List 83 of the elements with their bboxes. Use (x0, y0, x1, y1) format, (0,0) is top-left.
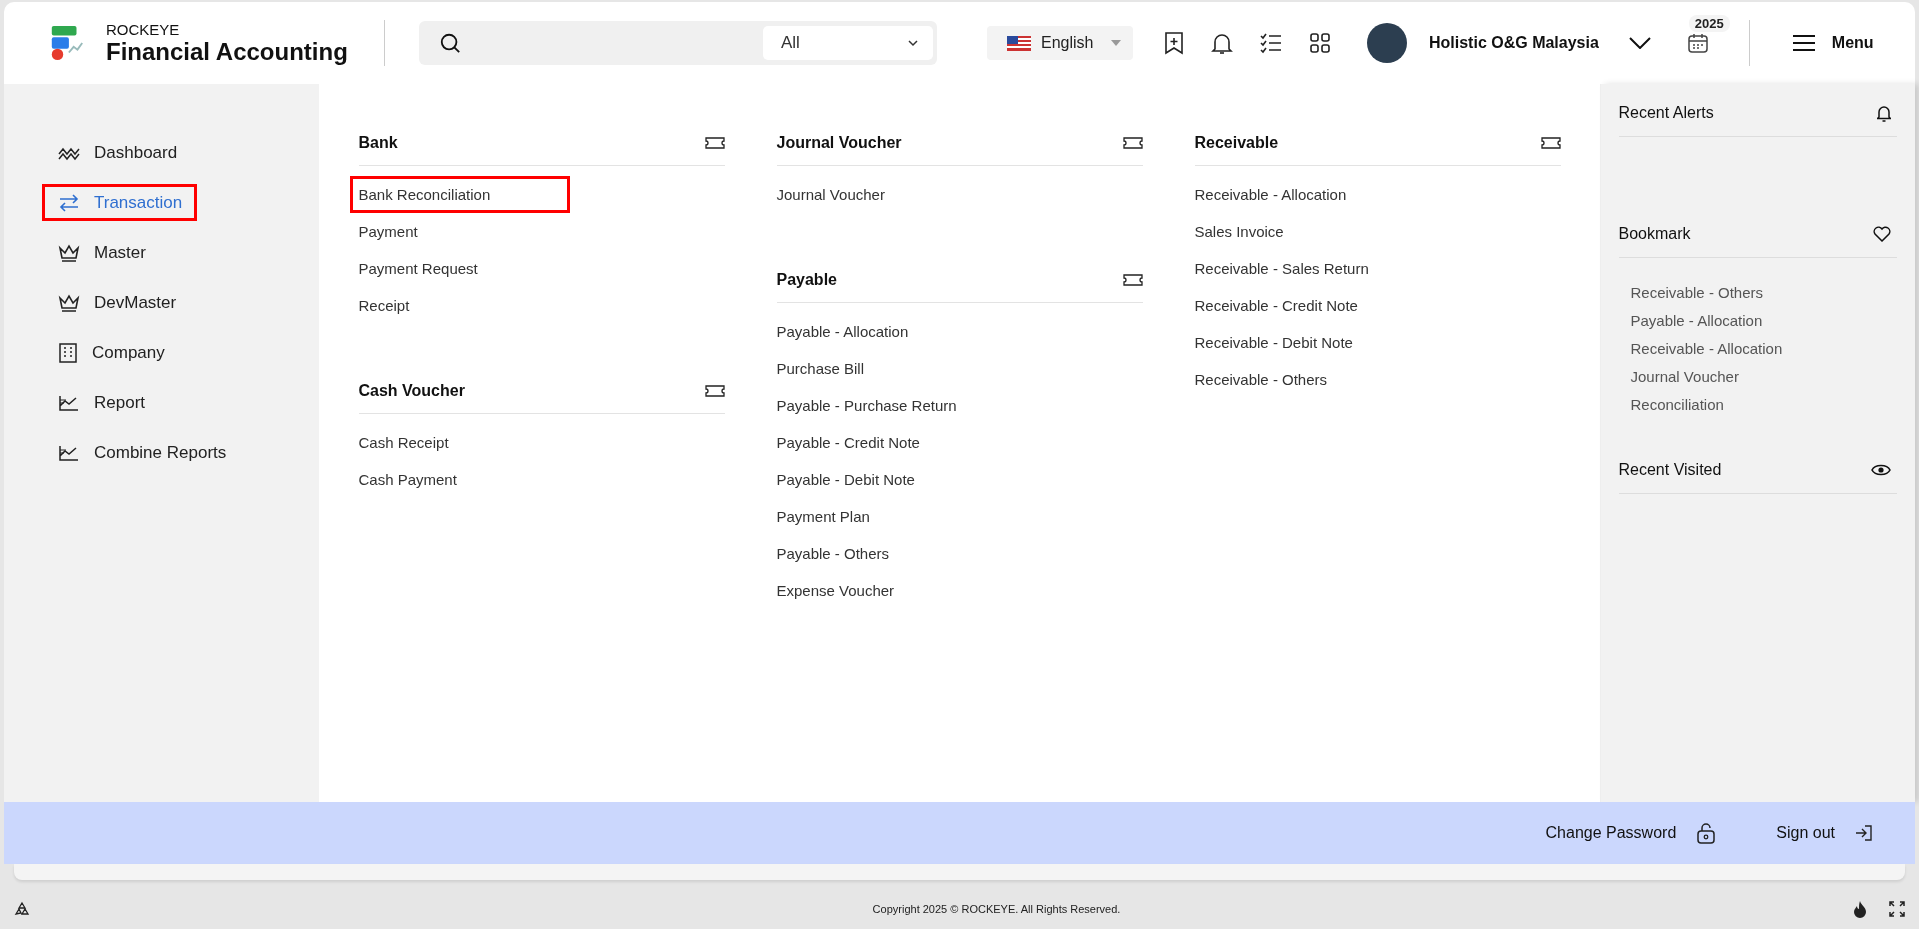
menu-link[interactable]: Bank Reconciliation (349, 176, 570, 213)
panel-title: Bookmark (1618, 225, 1691, 243)
copyright-text: Copyright 2025 © ROCKEYE. All Rights Reserved. (872, 902, 1121, 915)
menu-link[interactable]: Payable - Others (767, 535, 899, 572)
company-name: Holistic O&G Malaysia (1429, 34, 1599, 52)
sidebar-item[interactable]: Combine Reports (42, 434, 242, 471)
chevron-down-icon (907, 39, 919, 47)
menu-icon (1791, 34, 1816, 52)
flag-icon (1007, 35, 1031, 51)
crown-icon (58, 293, 80, 312)
menu-link[interactable]: Sales Invoice (1185, 213, 1293, 250)
ticket-icon[interactable] (1122, 274, 1143, 286)
year-badge: 2025 (1688, 15, 1730, 32)
chart-icon (58, 393, 80, 412)
language-dropdown[interactable]: English (987, 26, 1133, 60)
calendar-icon[interactable] (1686, 32, 1709, 54)
sidebar-item[interactable]: Dashboard (42, 134, 193, 171)
menu-link[interactable]: Journal Voucher (767, 176, 894, 213)
bookmark-link[interactable]: Receivable - Allocation (1630, 340, 1897, 357)
sidebar-item[interactable]: DevMaster (42, 284, 192, 321)
sign-out-icon (1855, 824, 1873, 842)
menu-link[interactable]: Receivable - Credit Note (1185, 287, 1367, 324)
menu-link[interactable]: Cash Payment (349, 461, 466, 498)
grid-icon[interactable] (1309, 32, 1331, 54)
ticket-icon[interactable] (704, 137, 725, 149)
sidebar-item[interactable]: Company (42, 334, 180, 371)
change-password-button[interactable]: Change Password (1545, 822, 1717, 844)
menu-link[interactable]: Payable - Debit Note (767, 461, 924, 498)
menu-link[interactable]: Payable - Credit Note (767, 424, 929, 461)
section-title: Journal Voucher (776, 134, 902, 152)
ticket-icon[interactable] (1540, 137, 1561, 149)
menu-link[interactable]: Receipt (349, 287, 419, 324)
bell-icon (1877, 104, 1891, 122)
menu-link[interactable]: Cash Receipt (349, 424, 458, 461)
section-title: Cash Voucher (358, 382, 465, 400)
eye-icon (1871, 463, 1891, 477)
panel-title: Recent Visited (1618, 461, 1722, 479)
menu-link[interactable]: Receivable - Sales Return (1185, 250, 1378, 287)
swap-arrows-icon (58, 193, 80, 212)
menu-link[interactable]: Payment Plan (767, 498, 879, 535)
caret-icon (1111, 40, 1121, 46)
ticket-icon[interactable] (704, 385, 725, 397)
bookmark-link[interactable]: Payable - Allocation (1630, 312, 1897, 329)
brand-name: ROCKEYE (106, 20, 181, 38)
menu-link[interactable]: Payment (349, 213, 427, 250)
sign-out-button[interactable]: Sign out (1776, 824, 1873, 842)
crown-icon (58, 243, 80, 262)
menu-link[interactable]: Receivable - Allocation (1185, 176, 1356, 213)
menu-link[interactable]: Payable - Allocation (767, 313, 918, 350)
app-title: Financial Accounting (106, 37, 348, 66)
bookmark-link[interactable]: Journal Voucher (1630, 368, 1897, 385)
recycle-icon[interactable] (14, 900, 30, 917)
scope-dropdown[interactable]: All (763, 26, 933, 60)
menu-link[interactable]: Receivable - Others (1185, 361, 1337, 398)
chart-icon (58, 443, 80, 462)
flame-icon[interactable] (1853, 899, 1867, 918)
lock-icon (1696, 822, 1717, 844)
bell-icon[interactable] (1211, 31, 1233, 55)
checklist-icon[interactable] (1259, 32, 1283, 54)
section-title: Payable (776, 271, 837, 289)
building-icon (58, 342, 78, 363)
bookmark-link[interactable]: Receivable - Others (1630, 284, 1897, 301)
chevron-down-icon[interactable] (1628, 37, 1651, 49)
avatar[interactable] (1367, 23, 1407, 63)
sidebar-item[interactable]: Master (42, 234, 161, 271)
sidebar-item[interactable]: Report (42, 384, 161, 421)
section-title: Receivable (1194, 134, 1279, 152)
menu-link[interactable]: Payment Request (349, 250, 487, 287)
menu-button[interactable]: Menu (1791, 34, 1874, 52)
heart-icon (1873, 226, 1891, 242)
section-title: Bank (358, 134, 398, 152)
menu-link[interactable]: Receivable - Debit Note (1185, 324, 1362, 361)
menu-link[interactable]: Expense Voucher (767, 572, 904, 609)
search-field[interactable]: All (419, 21, 937, 65)
sidebar-item[interactable]: Transaction (42, 184, 198, 221)
fullscreen-icon[interactable] (1889, 900, 1905, 917)
bookmark-add-icon[interactable] (1163, 31, 1185, 55)
ticket-icon[interactable] (1122, 137, 1143, 149)
search-icon (439, 32, 461, 54)
bookmark-link[interactable]: Reconciliation (1630, 396, 1897, 413)
menu-link[interactable]: Purchase Bill (767, 350, 874, 387)
menu-link[interactable]: Payable - Purchase Return (767, 387, 966, 424)
panel-title: Recent Alerts (1618, 104, 1714, 122)
